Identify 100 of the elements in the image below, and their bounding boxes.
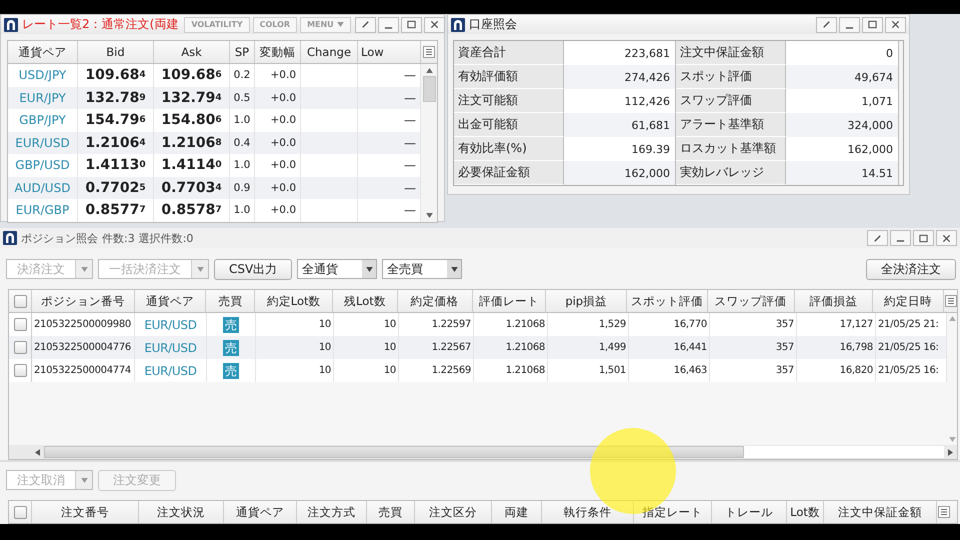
vertical-scrollbar[interactable] [421, 64, 437, 222]
table-cell[interactable]: 0.8577$^{7}$ [78, 199, 154, 222]
minimize-icon [896, 240, 905, 242]
scroll-thumb[interactable] [44, 446, 744, 458]
table-cell: 16,463 [629, 359, 710, 382]
close-button[interactable] [885, 16, 906, 32]
table-cell[interactable]: 0.8578$^{7}$ [154, 199, 230, 222]
maximize-icon [919, 234, 928, 242]
window-title: ポジション照会 [21, 230, 98, 246]
checkbox[interactable] [14, 364, 26, 377]
column-header[interactable]: 通貨ペア [224, 501, 297, 523]
pin-button[interactable] [816, 16, 837, 32]
table-cell[interactable]: 0.7702$^{5}$ [78, 176, 154, 199]
column-header[interactable]: Bid [78, 41, 154, 63]
column-header[interactable]: SP [230, 41, 255, 63]
minimize-button[interactable] [378, 16, 399, 32]
field-label: 実効レバレッジ [676, 161, 786, 185]
field-label: スポット評価 [676, 65, 786, 89]
field-label: スワップ評価 [676, 89, 786, 113]
table-cell[interactable]: 1.2106$^{8}$ [154, 132, 230, 154]
scroll-right-icon[interactable] [948, 448, 953, 456]
table-cell: 357 [710, 359, 797, 382]
pin-icon [360, 20, 370, 29]
column-header[interactable]: 注文区分 [415, 501, 492, 523]
maximize-button[interactable] [400, 16, 422, 32]
table-cell[interactable]: 0.7703$^{4}$ [154, 176, 230, 199]
scroll-down-icon[interactable] [426, 212, 432, 218]
scroll-thumb[interactable] [422, 76, 436, 102]
column-header[interactable]: 評価損益 [794, 290, 874, 312]
column-header[interactable]: 残Lot数 [333, 290, 398, 312]
table-cell[interactable]: 1.2106$^{4}$ [78, 132, 154, 154]
table-cell: 0.4 [230, 132, 255, 154]
table-cell: 0.9 [230, 176, 255, 199]
button[interactable]: CSV出力 [214, 258, 292, 280]
column-menu-icon[interactable] [423, 46, 435, 58]
logo-icon [3, 231, 17, 245]
maximize-button[interactable] [862, 16, 883, 32]
close-icon [430, 20, 439, 29]
field-label: 必要保証金額 [454, 161, 564, 185]
table-cell[interactable]: EUR/GBP [8, 199, 78, 222]
column-header[interactable]: Low [358, 41, 421, 63]
column-header[interactable]: 売買 [367, 501, 415, 523]
maximize-button[interactable] [913, 230, 934, 246]
close-all-button[interactable]: 全決済注文 [866, 258, 956, 280]
column-header[interactable]: 約定価格 [398, 290, 473, 312]
column-header[interactable]: 通貨ペア [134, 290, 206, 312]
checkbox[interactable] [14, 506, 26, 518]
column-header[interactable]: 約定日時 [873, 290, 944, 312]
column-header[interactable]: スワップ評価 [708, 290, 795, 312]
column-header[interactable]: Lot数 [787, 501, 824, 523]
column-header[interactable]: 注文方式 [297, 501, 367, 523]
horizontal-scrollbar[interactable] [9, 445, 957, 459]
pin-button[interactable] [354, 16, 376, 32]
column-header[interactable]: 注文番号 [32, 501, 139, 523]
column-header[interactable]: 評価レート [472, 290, 546, 312]
field-label: アラート基準額 [676, 113, 786, 137]
table-cell: 1,501 [548, 359, 629, 382]
pin-button[interactable] [867, 230, 888, 246]
checkbox[interactable] [14, 318, 26, 331]
table-cell: 1.21068 [474, 359, 548, 382]
scroll-up-icon[interactable] [426, 68, 432, 73]
scroll-left-icon[interactable] [35, 448, 40, 456]
sell-badge: 売 [223, 316, 239, 332]
caret-icon [336, 22, 344, 27]
column-header[interactable]: Change [301, 41, 358, 63]
column-header[interactable]: スポット評価 [627, 290, 708, 312]
minimize-button[interactable] [890, 230, 911, 246]
close-button[interactable] [424, 16, 445, 32]
column-menu-icon[interactable] [945, 295, 957, 307]
column-header[interactable]: 通貨ペア [8, 41, 78, 63]
table-cell: 21/05/25 16: [876, 359, 947, 382]
minimize-icon [845, 26, 854, 28]
field-label: 有効評価額 [454, 65, 564, 89]
column-menu-icon[interactable] [938, 506, 950, 518]
column-header[interactable]: 注文状況 [139, 501, 224, 523]
logo-icon [451, 18, 465, 32]
column-header[interactable]: Ask [154, 41, 230, 63]
close-icon [891, 20, 900, 29]
column-header[interactable]: トレール [712, 501, 787, 523]
column-header[interactable]: pip損益 [546, 290, 628, 312]
field-value: 0 [786, 41, 899, 65]
minimize-button[interactable] [839, 16, 860, 32]
column-header[interactable]: 変動幅 [255, 41, 301, 63]
table-cell: 10 [256, 359, 334, 382]
column-header[interactable]: 注文中保証金額 [824, 501, 937, 523]
column-header[interactable]: 両建 [492, 501, 542, 523]
field-value: 112,426 [564, 89, 676, 113]
table-cell[interactable]: 132.79$^{4}$ [154, 86, 230, 109]
close-button[interactable] [936, 230, 957, 246]
table-cell: 10 [334, 359, 399, 382]
table-cell[interactable]: 132.78$^{9}$ [78, 86, 154, 109]
column-header[interactable]: 執行条件 [542, 501, 634, 523]
logo-icon [4, 18, 18, 32]
column-header[interactable]: 売買 [206, 290, 256, 312]
column-header[interactable]: ポジション番号 [32, 290, 135, 312]
checkbox[interactable] [14, 294, 26, 308]
column-header[interactable]: 約定Lot数 [255, 290, 334, 312]
checkbox[interactable] [14, 341, 26, 354]
window-title: 口座照会 [469, 16, 517, 33]
maximize-icon [406, 20, 416, 29]
